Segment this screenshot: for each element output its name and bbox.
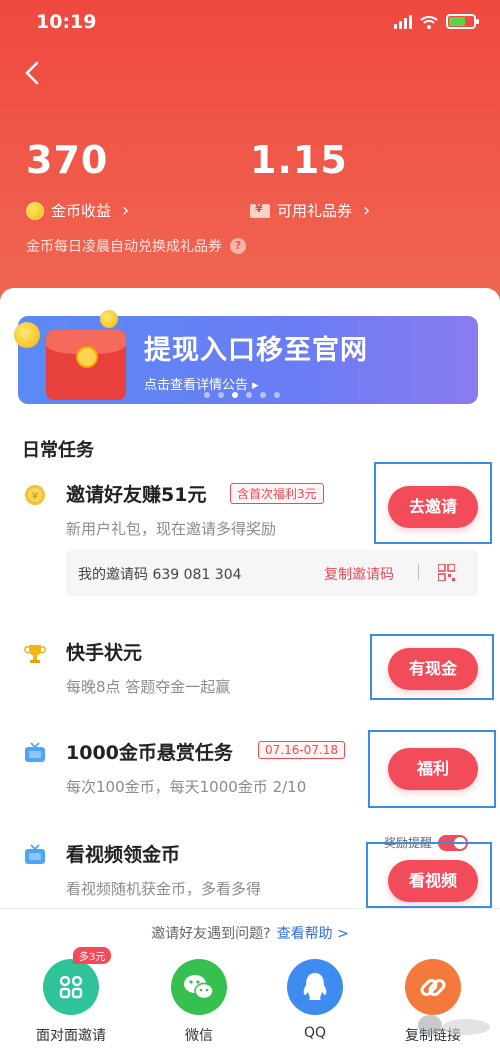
wifi-icon xyxy=(420,15,438,29)
chevron-right-icon: › xyxy=(363,200,371,221)
red-envelope-icon xyxy=(46,330,126,400)
share-label: QQ xyxy=(303,1025,327,1041)
header: 10:19 370 金币收益 › 1.15 可用礼品券 › xyxy=(0,0,500,330)
task-desc: 新用户礼包，现在邀请多得奖励 xyxy=(66,520,277,538)
share-label: 面对面邀请 xyxy=(36,1028,106,1044)
watermark-logo xyxy=(418,1015,490,1035)
task-tag: 07.16-07.18 xyxy=(258,741,346,759)
coin-label-row[interactable]: 金币收益 › xyxy=(26,200,129,221)
coin-icon xyxy=(14,322,40,348)
highlight-box xyxy=(366,842,492,908)
battery-icon xyxy=(446,14,479,29)
qq-icon xyxy=(287,959,343,1015)
task-desc: 每次100金币，每天1000金币 2/10 xyxy=(66,778,307,796)
help-link[interactable]: 查看帮助 > xyxy=(277,926,349,942)
coin-stat[interactable]: 370 金币收益 › xyxy=(26,138,129,221)
share-face-to-face[interactable]: 多3元 面对面邀请 xyxy=(21,947,121,1045)
task-name: 邀请好友赚51元 xyxy=(66,484,207,506)
tv-icon xyxy=(25,742,45,762)
coupon-label: 可用礼品券 xyxy=(277,202,353,220)
highlight-box xyxy=(368,730,496,808)
share-label: 微信 xyxy=(185,1028,213,1044)
banner-subtitle: 点击查看详情公告 ▸ xyxy=(144,378,259,393)
share-qq[interactable]: QQ xyxy=(265,959,365,1041)
share-wechat[interactable]: 微信 xyxy=(149,959,249,1045)
task-name: 快手状元 xyxy=(66,642,143,664)
signal-icon xyxy=(394,14,412,29)
task-tag: 含首次福利3元 xyxy=(230,483,324,504)
highlight-box xyxy=(374,462,492,544)
qr-code-icon[interactable] xyxy=(438,564,455,581)
help-row: 邀请好友遇到问题? 查看帮助 > xyxy=(0,923,500,943)
invite-code: 我的邀请码 639 081 304 xyxy=(78,567,242,583)
status-time: 10:19 xyxy=(36,11,97,33)
trophy-icon xyxy=(24,645,46,663)
coin-icon xyxy=(26,201,44,220)
task-name: 看视频领金币 xyxy=(66,844,181,866)
section-title: 日常任务 xyxy=(22,440,94,461)
coin-label: 金币收益 xyxy=(51,202,112,220)
highlight-box xyxy=(370,634,494,700)
task-card: 提现入口移至官网 点击查看详情公告 ▸ 日常任务 ¥ 邀请好友赚51元 含首次福… xyxy=(0,288,500,908)
face-to-face-icon: 多3元 xyxy=(43,947,112,1015)
help-text: 邀请好友遇到问题? xyxy=(151,926,271,942)
coin-icon: ¥ xyxy=(25,485,45,505)
back-icon[interactable] xyxy=(18,58,48,88)
coin-icon xyxy=(100,310,118,328)
ticket-icon xyxy=(250,202,270,218)
coupon-label-row[interactable]: 可用礼品券 › xyxy=(250,200,370,221)
coupon-stat[interactable]: 1.15 可用礼品券 › xyxy=(250,138,370,221)
status-bar: 10:19 xyxy=(0,0,500,46)
invite-code-box: 我的邀请码 639 081 304 复制邀请码 xyxy=(66,550,478,596)
copy-code-link[interactable]: 复制邀请码 xyxy=(324,564,394,584)
svg-text:¥: ¥ xyxy=(32,491,38,502)
help-icon[interactable]: ? xyxy=(230,238,246,254)
task-desc: 每晚8点 答题夺金一起赢 xyxy=(66,678,231,696)
exchange-note-text: 金币每日凌晨自动兑换成礼品券 xyxy=(26,239,222,255)
tv-icon xyxy=(25,844,45,864)
banner-title: 提现入口移至官网 xyxy=(144,335,368,366)
share-panel: 邀请好友遇到问题? 查看帮助 > 多3元 面对面邀请 微信 QQ 复制链接 xyxy=(0,908,500,1053)
bonus-badge: 多3元 xyxy=(73,947,112,964)
coupon-value: 1.15 xyxy=(250,138,348,182)
task-name: 1000金币悬赏任务 xyxy=(66,742,233,764)
coin-value: 370 xyxy=(26,138,109,182)
divider xyxy=(418,564,419,580)
task-desc: 看视频随机获金币，多看多得 xyxy=(66,880,262,898)
status-icons xyxy=(394,14,479,29)
promo-banner[interactable]: 提现入口移至官网 点击查看详情公告 ▸ xyxy=(14,310,478,404)
wechat-icon xyxy=(171,959,227,1015)
exchange-note: 金币每日凌晨自动兑换成礼品券 ? xyxy=(26,236,246,256)
chevron-right-icon: › xyxy=(122,200,130,221)
carousel-dots xyxy=(204,392,280,398)
